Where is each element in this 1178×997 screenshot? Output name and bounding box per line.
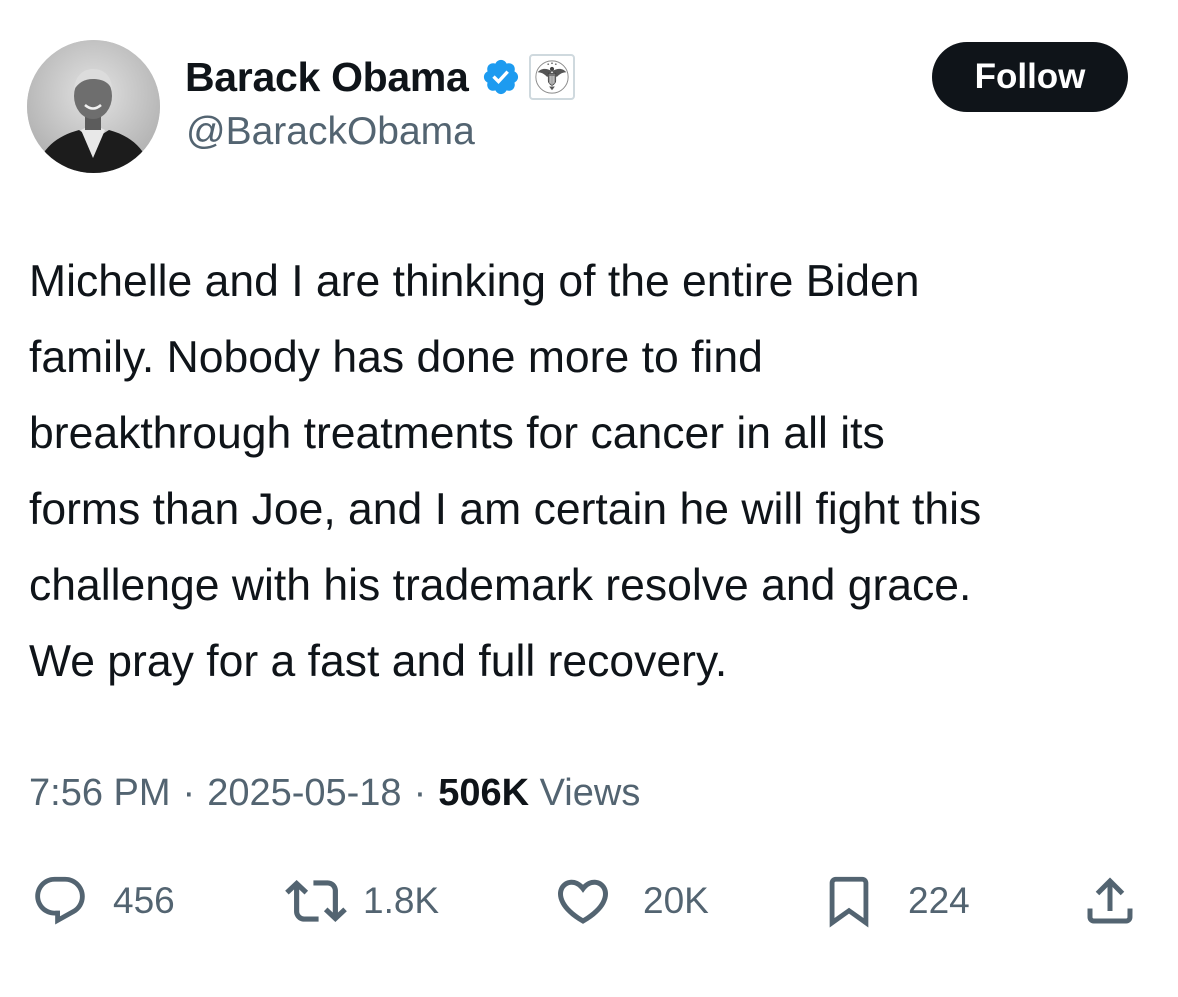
action-bar: 456 1.8K 20K 224 — [0, 866, 1178, 936]
author-name-row: Barack Obama — [185, 52, 575, 102]
views-count[interactable]: 506K — [438, 772, 529, 814]
like-count: 20K — [643, 880, 709, 921]
tweet-line: We pray for a fast and full recovery. — [29, 637, 728, 686]
reply-count: 456 — [113, 880, 175, 921]
reply-button[interactable]: 456 — [31, 866, 175, 936]
avatar-photo — [27, 40, 160, 173]
tweet-line: challenge with his trademark resolve and… — [29, 561, 972, 610]
verified-badge-icon[interactable] — [481, 57, 521, 97]
heart-icon — [553, 871, 613, 931]
follow-button[interactable]: Follow — [932, 42, 1128, 112]
share-button[interactable] — [1080, 866, 1140, 936]
author-display-name[interactable]: Barack Obama — [185, 54, 469, 101]
tweet-date[interactable]: 2025-05-18 — [207, 772, 401, 814]
tweet-time[interactable]: 7:56 PM — [29, 772, 171, 814]
government-seal-icon[interactable] — [528, 54, 575, 100]
profile-avatar[interactable] — [27, 40, 160, 173]
repost-icon — [285, 870, 347, 932]
bookmark-count: 224 — [908, 880, 970, 921]
share-icon — [1080, 871, 1140, 931]
meta-separator: · — [182, 772, 196, 814]
views-label: Views — [539, 772, 641, 814]
author-handle[interactable]: @BarackObama — [186, 110, 475, 154]
reply-icon — [31, 872, 89, 930]
tweet-meta: 7:56 PM · 2025-05-18 · 506K Views — [29, 772, 640, 815]
bookmark-button[interactable]: 224 — [820, 866, 970, 936]
repost-count: 1.8K — [363, 880, 440, 921]
tweet-line: breakthrough treatments for cancer in al… — [29, 409, 885, 458]
tweet-line: forms than Joe, and I am certain he will… — [29, 485, 982, 534]
meta-separator: · — [413, 772, 427, 814]
like-button[interactable]: 20K — [553, 866, 709, 936]
repost-button[interactable]: 1.8K — [285, 866, 439, 936]
bookmark-icon — [820, 870, 878, 932]
tweet-text: Michelle and I are thinking of the entir… — [29, 244, 1154, 700]
tweet-line: Michelle and I are thinking of the entir… — [29, 257, 920, 306]
tweet-line: family. Nobody has done more to find — [29, 333, 763, 382]
